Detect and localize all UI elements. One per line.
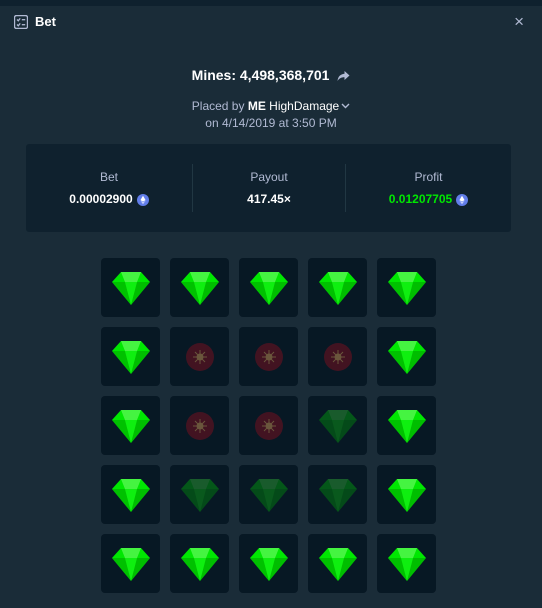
- mine-icon: [185, 342, 214, 371]
- stat-value: 417.45×: [193, 192, 345, 206]
- mine-tile: [239, 465, 298, 524]
- profit-amount: 0.01207705: [388, 192, 453, 206]
- mine-tile: [170, 465, 229, 524]
- mine-tile: [239, 327, 298, 386]
- ethereum-icon: [136, 194, 149, 206]
- placed-by-label: Placed by: [191, 99, 245, 113]
- mine-tile: [239, 534, 298, 593]
- placed-by: Placed by ME HighDamage: [0, 99, 542, 113]
- bet-list-icon: [14, 15, 28, 29]
- mine-tile: [170, 396, 229, 455]
- mine-icon: [323, 342, 352, 371]
- mine-tile: [101, 396, 160, 455]
- stat-label: Bet: [99, 170, 118, 184]
- stat-value: 0.01207705: [346, 192, 511, 206]
- ethereum-icon: [456, 194, 469, 206]
- gem-icon: [249, 478, 288, 512]
- username: HighDamage: [269, 99, 340, 113]
- user-prefix: ME: [247, 99, 266, 113]
- mine-icon: [254, 342, 283, 371]
- mine-tile: [239, 396, 298, 455]
- gem-icon: [387, 340, 426, 374]
- mine-icon: [254, 411, 283, 440]
- gem-icon: [318, 271, 357, 305]
- gem-icon: [111, 547, 150, 581]
- mine-tile: [377, 534, 436, 593]
- mine-tile: [101, 258, 160, 317]
- mine-tile: [101, 327, 160, 386]
- game-id-text: Mines: 4,498,368,701: [191, 67, 330, 83]
- gem-icon: [387, 271, 426, 305]
- mine-tile: [170, 258, 229, 317]
- mine-tile: [101, 534, 160, 593]
- mine-tile: [239, 258, 298, 317]
- mine-tile: [308, 396, 367, 455]
- mine-tile: [308, 465, 367, 524]
- mine-tile: [170, 534, 229, 593]
- mine-tile: [377, 258, 436, 317]
- share-icon[interactable]: [337, 70, 350, 82]
- username-link[interactable]: ME HighDamage: [248, 99, 339, 113]
- mine-tile: [308, 534, 367, 593]
- gem-icon: [111, 409, 150, 443]
- stats-panel: Bet 0.00002900 Payout 417.45× Profit 0.0…: [26, 144, 511, 232]
- close-button[interactable]: ×: [514, 12, 524, 32]
- modal-title: Bet: [35, 14, 56, 29]
- chevron-down-icon[interactable]: [341, 103, 350, 109]
- mine-tile: [308, 327, 367, 386]
- gem-icon: [249, 271, 288, 305]
- modal-header: Bet ×: [0, 6, 542, 36]
- stat-value: 0.00002900: [26, 192, 192, 206]
- gem-icon: [180, 478, 219, 512]
- gem-icon: [387, 547, 426, 581]
- payout-multiplier: 417.45×: [247, 192, 291, 206]
- gem-icon: [111, 340, 150, 374]
- game-title: Mines: 4,498,368,701: [0, 67, 542, 83]
- bet-date: on 4/14/2019 at 3:50 PM: [205, 116, 337, 130]
- gem-icon: [111, 478, 150, 512]
- stat-bet: Bet 0.00002900: [26, 144, 192, 232]
- mine-tile: [170, 327, 229, 386]
- mine-tile: [377, 327, 436, 386]
- gem-icon: [249, 547, 288, 581]
- mine-tile: [101, 465, 160, 524]
- gem-icon: [387, 409, 426, 443]
- gem-icon: [111, 271, 150, 305]
- mine-tile: [377, 396, 436, 455]
- stat-profit: Profit 0.01207705: [346, 144, 511, 232]
- gem-icon: [318, 409, 357, 443]
- stat-label: Payout: [250, 170, 288, 184]
- gem-icon: [180, 271, 219, 305]
- mine-tile: [377, 465, 436, 524]
- gem-icon: [318, 478, 357, 512]
- mine-icon: [185, 411, 214, 440]
- stat-payout: Payout 417.45×: [193, 144, 345, 232]
- gem-icon: [318, 547, 357, 581]
- gem-icon: [387, 478, 426, 512]
- stat-label: Profit: [414, 170, 443, 184]
- bet-amount: 0.00002900: [69, 192, 133, 206]
- mine-tile: [308, 258, 367, 317]
- gem-icon: [180, 547, 219, 581]
